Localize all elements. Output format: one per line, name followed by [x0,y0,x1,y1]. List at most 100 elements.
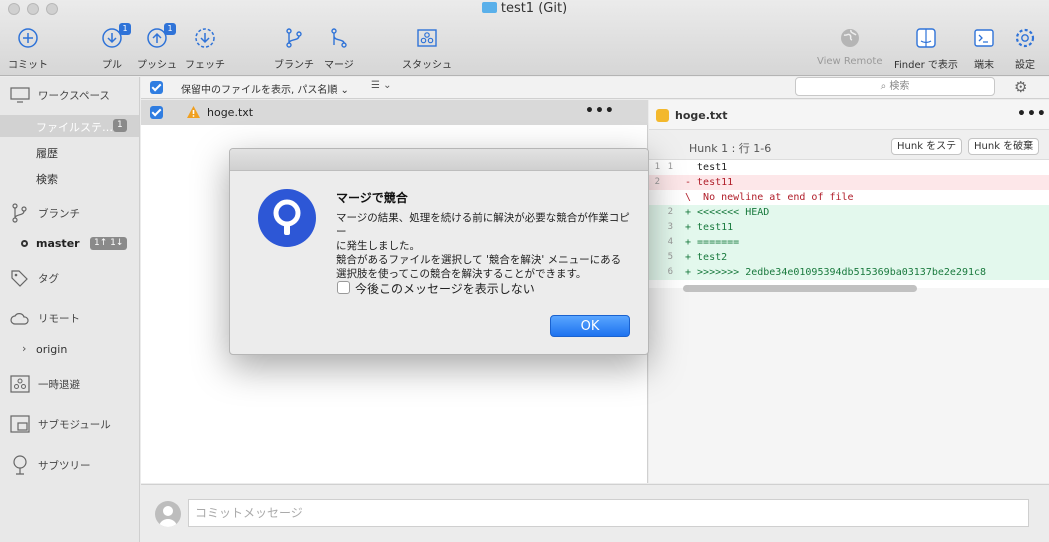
new-line-number: 5 [667,252,673,262]
file-checkbox[interactable] [150,106,163,119]
file-status-label: ファイルステ… [36,121,113,134]
sidebar-item-file-status[interactable]: ファイルステ… 1 [0,115,139,137]
diff-file-name: hoge.txt [675,109,728,122]
search-icon: ⌕ [880,81,887,92]
settings-button[interactable]: 設定 [1013,26,1037,71]
sidebar-item-search[interactable]: 検索 [36,171,58,187]
sidebar-remotes-header[interactable]: リモート [10,311,80,326]
file-filter-dropdown[interactable]: 保留中のファイルを表示, パス名順 ⌄ [181,81,349,96]
diff-pane: hoge.txt ••• Hunk 1 : 行 1-6 Hunk をステ Hun… [649,100,1049,483]
dialog-message-line: マージの結果、処理を続ける前に解決が必要な競合が作業コピー [336,212,630,238]
push-button[interactable]: 1 プッシュ [137,23,177,71]
workspace-label: ワークスペース [38,89,110,102]
new-line-number: 1 [667,162,673,172]
pull-label: プル [102,60,122,71]
view-remote-button[interactable]: View Remote [817,26,883,67]
sidebar-tags-header[interactable]: タグ [10,269,59,287]
sidebar: ワークスペース ファイルステ… 1 履歴 検索 ブランチ master 1↑ 1… [0,77,140,542]
more-actions-icon[interactable]: ••• [585,103,615,119]
terminal-button[interactable]: 端末 [972,26,996,71]
merge-label: マージ [324,60,354,71]
merge-icon [327,26,351,50]
dont-show-label[interactable]: 今後このメッセージを表示しない [355,280,535,297]
push-badge: 1 [164,23,176,35]
stash-label: スタッシュ [402,60,452,71]
diff-line[interactable]: 6 + >>>>>>> 2edbe34e01095394db515369ba031… [649,265,1049,280]
sidebar-item-history[interactable]: 履歴 [36,145,58,161]
file-status-count: 1 [113,119,127,132]
avatar [155,501,181,527]
sidebar-item-master[interactable]: master [36,237,80,250]
commit-message-input[interactable]: コミットメッセージ [188,499,1029,527]
hunk-header: Hunk 1 : 行 1-6 Hunk をステ Hunk を破棄 [649,130,1049,160]
stage-hunk-button[interactable]: Hunk をステ [891,138,963,155]
diff-line[interactable]: 4 + ======= [649,235,1049,250]
sidebar-subtrees-header[interactable]: サブツリー [10,455,91,475]
current-branch-dot-icon [21,240,28,247]
subtrees-label: サブツリー [38,459,91,472]
diff-line-text: + <<<<<<< HEAD [685,207,770,218]
gear-icon [1013,26,1037,50]
plus-circle-icon [16,26,40,50]
window-title-text: test1 (Git) [500,1,568,16]
sidebar-submodules-header[interactable]: サブモジュール [10,415,111,433]
new-line-number: 3 [667,222,673,232]
pull-button[interactable]: 1 プル [100,23,131,71]
fetch-icon [193,26,217,50]
branch-button[interactable]: ブランチ [274,26,314,71]
new-line-number: 2 [667,207,673,217]
window-title: test1 (Git) [0,1,1049,16]
commit-bar: コミットメッセージ [141,484,1049,542]
sidebar-stashes-header[interactable]: 一時退避 [10,375,80,393]
diff-line-text: + test2 [685,252,728,263]
dialog-message-line: に発生しました。 [336,240,420,252]
fetch-button[interactable]: フェッチ [185,26,225,71]
stash-icon [10,375,30,393]
ok-button[interactable]: OK [550,315,630,337]
diff-line[interactable]: 11 test1 [649,160,1049,175]
stashes-label: 一時退避 [38,378,80,391]
diff-more-icon[interactable]: ••• [1017,106,1047,122]
sidebar-workspace-header[interactable]: ワークスペース [10,87,110,103]
view-options-dropdown[interactable]: ☰ ⌄ [371,80,392,91]
diff-line-text: + >>>>>>> 2edbe34e01095394db515369ba0313… [685,267,987,278]
diff-line-text: + ======= [685,237,740,248]
discard-hunk-button[interactable]: Hunk を破棄 [968,138,1040,155]
push-up-icon: 1 [145,23,176,50]
sidebar-branches-header[interactable]: ブランチ [10,203,80,223]
branch-icon [282,26,306,50]
horizontal-scrollbar[interactable] [683,285,917,292]
sidebar-item-origin[interactable]: origin [36,343,67,356]
settings-label: 設定 [1015,60,1035,71]
select-all-checkbox[interactable] [150,81,163,94]
push-label: プッシュ [137,60,177,71]
finder-button[interactable]: Finder で表示 [894,26,958,71]
cloud-icon [10,312,29,325]
diff-line[interactable]: 2 + <<<<<<< HEAD [649,205,1049,220]
modified-file-icon [656,109,669,122]
chevron-right-icon[interactable]: › [22,342,26,355]
diff-line[interactable]: 5 + test2 [649,250,1049,265]
file-row[interactable]: hoge.txt ••• [141,100,648,125]
branch-ahead-behind-badge: 1↑ 1↓ [90,237,128,250]
commit-placeholder: コミットメッセージ [195,506,303,520]
subtree-icon [13,455,27,475]
commit-button[interactable]: コミット [8,26,48,71]
dialog-message-line: 競合があるファイルを選択して '競合を解決' メニューにある [336,254,622,266]
old-line-number: 1 [654,162,660,172]
tag-icon [11,270,28,287]
window-toolbar: test1 (Git) コミット 1 プル 1 プッシュ フェッチ ブランチ マ… [0,0,1049,76]
search-input[interactable]: ⌕ 検索 [795,77,995,96]
terminal-icon [972,26,996,50]
diff-line[interactable]: \ No newline at end of file [649,190,1049,205]
merge-button[interactable]: マージ [324,26,354,71]
dont-show-checkbox[interactable] [337,281,350,294]
gear-menu-icon[interactable]: ⚙ [1014,78,1027,96]
diff-line[interactable]: 2 - test11 [649,175,1049,190]
diff-line-text: test1 [685,162,728,173]
stash-button[interactable]: スタッシュ [402,26,452,71]
sourcetree-logo-icon [258,189,316,247]
diff-line[interactable]: 3 + test11 [649,220,1049,235]
merge-conflict-dialog: マージで競合 マージの結果、処理を続ける前に解決が必要な競合が作業コピー に発生… [229,148,649,355]
submodules-label: サブモジュール [38,418,111,431]
